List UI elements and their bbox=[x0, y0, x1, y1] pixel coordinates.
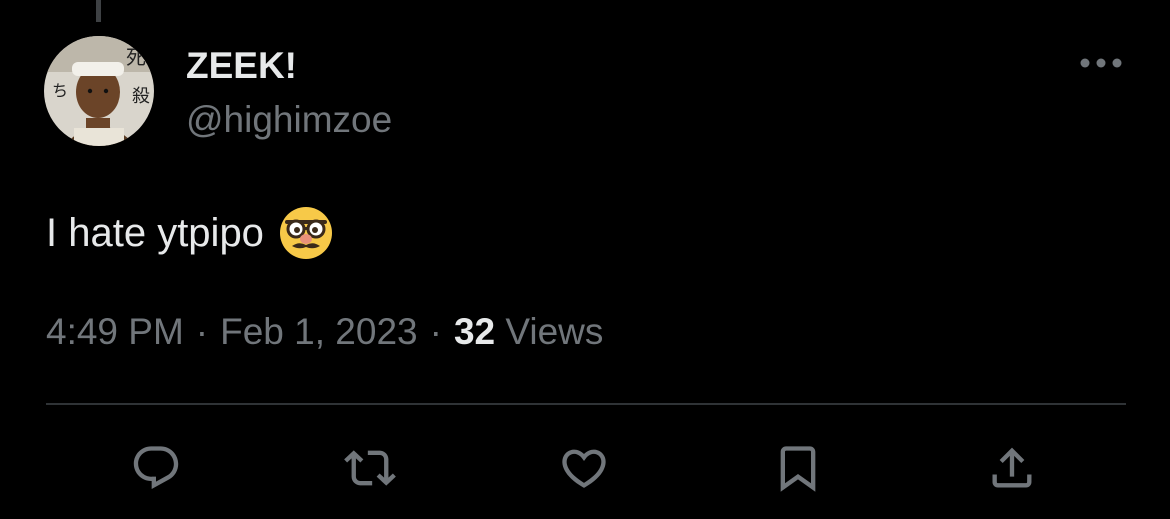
bookmark-icon bbox=[780, 446, 816, 492]
meta-separator: · bbox=[429, 311, 442, 352]
avatar[interactable]: 死 ち 殺 bbox=[44, 36, 154, 146]
retweet-icon bbox=[344, 450, 396, 486]
ellipsis-icon bbox=[1080, 58, 1122, 68]
svg-text:ち: ち bbox=[52, 81, 68, 100]
svg-text:死: 死 bbox=[126, 45, 146, 69]
more-options-button[interactable] bbox=[1076, 48, 1126, 78]
author-handle[interactable]: @highimzoe bbox=[186, 98, 392, 142]
author-display-name[interactable]: ZEEK! bbox=[186, 44, 297, 88]
like-button[interactable] bbox=[552, 436, 616, 500]
svg-text:殺: 殺 bbox=[132, 86, 150, 107]
share-icon bbox=[992, 447, 1032, 488]
disguised-face-icon bbox=[279, 207, 332, 259]
profile-avatar-image: 死 ち 殺 bbox=[44, 36, 154, 146]
tweet-detail: 死 ち 殺 ZEEK! @highimzoe I hate ytpipo 4:4… bbox=[0, 0, 1170, 519]
thread-connector-line bbox=[96, 0, 101, 22]
meta-separator: · bbox=[195, 311, 209, 352]
tweet-text: I hate ytpipo bbox=[46, 211, 264, 255]
tweet-body: I hate ytpipo bbox=[46, 205, 334, 261]
bookmark-button[interactable] bbox=[766, 436, 830, 500]
tweet-metadata: 4:49 PM · Feb 1, 2023 · 32 Views bbox=[46, 308, 603, 356]
tweet-action-bar bbox=[0, 436, 1170, 500]
heart-icon bbox=[562, 449, 606, 488]
tweet-date[interactable]: Feb 1, 2023 bbox=[220, 311, 417, 352]
views-label: Views bbox=[505, 311, 604, 352]
share-button[interactable] bbox=[980, 436, 1044, 500]
divider bbox=[46, 403, 1126, 405]
reply-icon bbox=[133, 446, 179, 490]
views-count: 32 bbox=[453, 311, 496, 352]
reply-button[interactable] bbox=[124, 436, 188, 500]
tweet-time[interactable]: 4:49 PM bbox=[46, 311, 184, 352]
retweet-button[interactable] bbox=[338, 436, 402, 500]
